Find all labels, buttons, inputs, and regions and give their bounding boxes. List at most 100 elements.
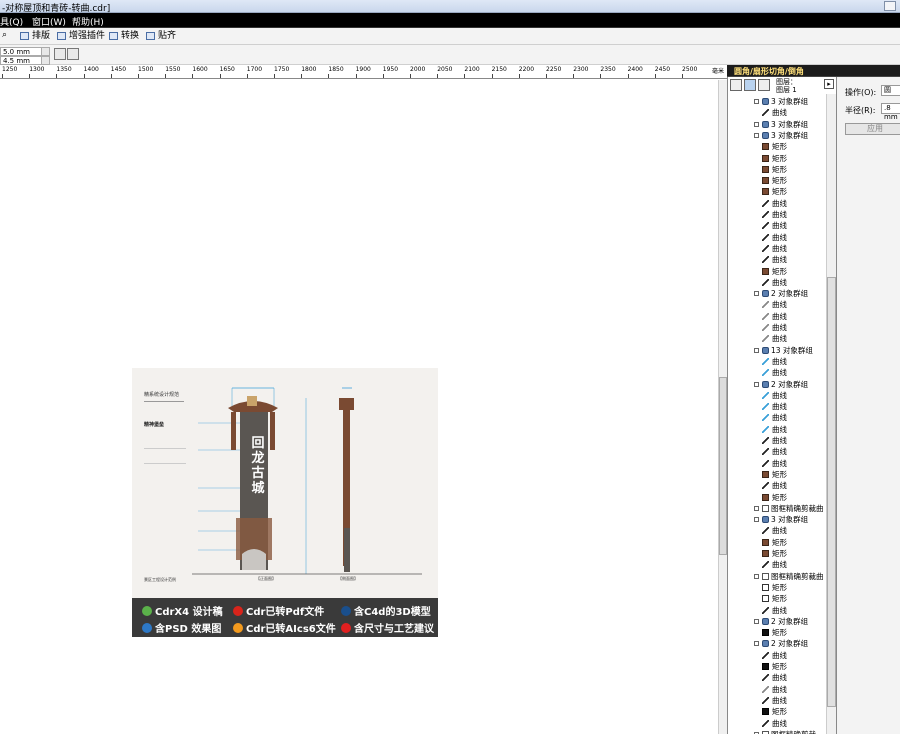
expand-toggle-icon[interactable] (754, 505, 759, 511)
expand-toggle-icon[interactable] (754, 641, 759, 647)
object-tree-row[interactable]: 13 对象群组 (728, 345, 826, 356)
object-tree-row[interactable]: 曲线 (728, 424, 826, 435)
horizontal-ruler[interactable]: 毫米 1250 1300 1350 1400 1450 1500 1550 1600 1650 1… (0, 65, 727, 79)
object-tree-row[interactable]: 曲线 (728, 277, 826, 288)
object-tree-row[interactable]: 2 对象群组 (728, 288, 826, 299)
operation-select[interactable]: 圆 (881, 85, 900, 96)
object-tree-row[interactable]: 曲线 (728, 480, 826, 491)
nudge-distance-input[interactable]: 5.0 mm (0, 47, 50, 56)
expand-toggle-icon[interactable] (754, 99, 759, 104)
object-tree-row[interactable]: 曲线 (728, 446, 826, 457)
object-tree-row[interactable]: 曲线 (728, 458, 826, 469)
object-tree-row[interactable]: 曲线 (728, 209, 826, 220)
snap-button[interactable]: 贴齐 (146, 30, 176, 42)
object-tree-row[interactable]: 曲线 (728, 650, 826, 661)
object-tree-row[interactable]: 矩形 (728, 141, 826, 152)
spin-arrows-icon[interactable] (41, 57, 49, 64)
object-tree-row[interactable]: 曲线 (728, 333, 826, 344)
scrollbar-thumb[interactable] (719, 377, 727, 555)
object-tree-row[interactable]: 3 对象群组 (728, 130, 826, 141)
window-control-button[interactable] (884, 1, 896, 11)
convert-button[interactable]: 转换 (109, 30, 139, 42)
expand-toggle-icon[interactable] (754, 618, 759, 624)
object-tree-row[interactable]: 曲线 (728, 254, 826, 265)
enhance-plugin-button[interactable]: 增强插件 (57, 30, 105, 42)
object-tree-row[interactable]: 曲线 (728, 525, 826, 536)
menu-help[interactable]: 帮助(H) (72, 15, 104, 28)
menu-tools[interactable]: 具(Q) (0, 15, 23, 28)
object-tree-row[interactable]: 2 对象群组 (728, 379, 826, 390)
menu-window[interactable]: 窗口(W) (32, 15, 66, 28)
object-tree-row[interactable]: 矩形 (728, 593, 826, 604)
object-tree-row[interactable]: 矩形 (728, 186, 826, 197)
object-tree-row[interactable]: 曲线 (728, 232, 826, 243)
black-swatch-icon (762, 663, 769, 670)
object-tree-row[interactable]: 3 对象群组 (728, 96, 826, 107)
object-tree-row[interactable]: 2 对象群组 (728, 616, 826, 627)
object-tree-row[interactable]: 曲线 (728, 412, 826, 423)
object-tree-row[interactable]: 曲线 (728, 718, 826, 729)
object-tree-row[interactable]: 矩形 (728, 548, 826, 559)
object-tree-row[interactable]: 图框精确剪裁 (728, 729, 826, 734)
object-tree-row[interactable]: 矩形 (728, 164, 826, 175)
object-tree-row[interactable]: 矩形 (728, 537, 826, 548)
expand-toggle-icon[interactable] (754, 132, 759, 138)
object-tree-row[interactable]: 曲线 (728, 198, 826, 209)
object-tree-label: 矩形 (772, 594, 787, 604)
layer-view-icon[interactable] (744, 79, 756, 91)
object-tree-row[interactable]: 曲线 (728, 299, 826, 310)
object-tree-scrollbar[interactable] (826, 94, 836, 734)
view-options-icon[interactable] (730, 79, 742, 91)
object-tree[interactable]: 3 对象群组 曲线 3 对象群组 3 对象群组 矩形 矩形 矩形 矩形 矩形 曲线 曲线 曲线 曲线 曲线… (728, 94, 826, 734)
expand-toggle-icon[interactable] (754, 381, 759, 387)
object-tree-row[interactable]: 矩形 (728, 661, 826, 672)
object-tree-row[interactable]: 矩形 (728, 492, 826, 503)
copy-icon[interactable] (67, 48, 79, 60)
object-tree-row[interactable]: 曲线 (728, 322, 826, 333)
object-tree-row[interactable]: 3 对象群组 (728, 119, 826, 130)
object-tree-row[interactable]: 曲线 (728, 401, 826, 412)
align-icon[interactable] (54, 48, 66, 60)
object-tree-row[interactable]: 图框精确剪裁曲 (728, 503, 826, 514)
object-tree-row[interactable]: 矩形 (728, 582, 826, 593)
page-view-icon[interactable] (758, 79, 770, 91)
radius-input[interactable]: .8 mm (881, 103, 900, 121)
zoom-icon[interactable]: ⌕ (2, 30, 7, 40)
curve-swatch-icon (762, 222, 769, 230)
object-tree-row[interactable]: 曲线 (728, 695, 826, 706)
object-tree-row[interactable]: 曲线 (728, 107, 826, 118)
object-tree-row[interactable]: 矩形 (728, 175, 826, 186)
object-tree-row[interactable]: 曲线 (728, 435, 826, 446)
object-tree-row[interactable]: 矩形 (728, 266, 826, 277)
object-tree-row[interactable]: 曲线 (728, 220, 826, 231)
expand-toggle-icon[interactable] (754, 347, 759, 353)
object-tree-row[interactable]: 曲线 (728, 356, 826, 367)
object-tree-row[interactable]: 矩形 (728, 153, 826, 164)
expand-toggle-icon[interactable] (754, 121, 759, 127)
object-tree-row[interactable]: 矩形 (728, 469, 826, 480)
object-tree-row[interactable]: 曲线 (728, 605, 826, 616)
apply-button[interactable]: 应用 (845, 123, 900, 135)
duplicate-distance-input[interactable]: 4.5 mm (0, 56, 50, 65)
object-tree-row[interactable]: 曲线 (728, 311, 826, 322)
canvas-vertical-scrollbar[interactable] (718, 80, 727, 734)
object-tree-row[interactable]: 矩形 (728, 627, 826, 638)
object-tree-row[interactable]: 曲线 (728, 559, 826, 570)
poster-artwork[interactable]: 精系统设计规范 精神堡垒 景区工程设计范例 回龙古城 【正面图】 【侧面图】 C… (132, 368, 438, 637)
scrollbar-thumb[interactable] (827, 277, 836, 707)
object-tree-row[interactable]: 图框精确剪裁曲 (728, 571, 826, 582)
object-tree-row[interactable]: 2 对象群组 (728, 638, 826, 649)
layout-button[interactable]: 排版 (20, 30, 50, 42)
object-tree-row[interactable]: 曲线 (728, 672, 826, 683)
object-tree-row[interactable]: 曲线 (728, 684, 826, 695)
expand-toggle-icon[interactable] (754, 291, 759, 297)
object-tree-row[interactable]: 曲线 (728, 390, 826, 401)
expand-arrow-icon[interactable]: ▸ (824, 79, 834, 89)
expand-toggle-icon[interactable] (754, 573, 759, 579)
spin-arrows-icon[interactable] (41, 48, 49, 55)
object-tree-row[interactable]: 矩形 (728, 706, 826, 717)
expand-toggle-icon[interactable] (754, 517, 759, 523)
object-tree-row[interactable]: 3 对象群组 (728, 514, 826, 525)
object-tree-row[interactable]: 曲线 (728, 367, 826, 378)
object-tree-row[interactable]: 曲线 (728, 243, 826, 254)
